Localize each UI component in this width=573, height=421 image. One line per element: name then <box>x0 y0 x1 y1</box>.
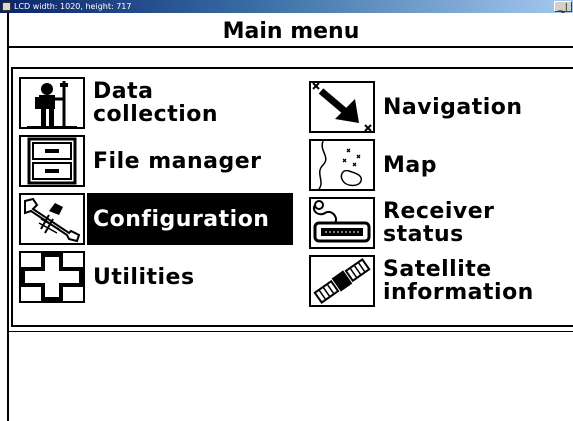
cross-icon <box>19 251 85 303</box>
menu-item-label: File manager <box>93 148 262 174</box>
window-title: LCD width: 1020, height: 717 <box>14 2 132 11</box>
wrench-icon <box>19 193 85 245</box>
title-divider <box>9 46 573 48</box>
menu-item-receiver-status[interactable]: Receiver status <box>309 197 571 249</box>
menu-item-label: Data collection <box>93 79 219 127</box>
menu-item-label: Navigation <box>383 94 523 120</box>
menu-item-map[interactable]: Map <box>309 139 571 191</box>
window-control-buttons[interactable]: _ | 8 <box>554 1 572 20</box>
satellite-icon <box>309 255 375 307</box>
lcd-screen: Main menu Data collection File manager C… <box>7 13 573 421</box>
menu-item-label: Configuration <box>87 193 293 245</box>
menu-item-utilities[interactable]: Utilities <box>19 251 289 303</box>
menu-item-label: Receiver status <box>383 199 495 247</box>
menu-item-satellite-information[interactable]: Satellite information <box>309 255 571 307</box>
surveyor-icon <box>19 77 85 129</box>
window-titlebar: LCD width: 1020, height: 717 _ | 8 <box>0 0 573 20</box>
window-app-icon <box>2 2 11 11</box>
status-divider <box>9 331 573 332</box>
menu-item-label: Map <box>383 152 437 178</box>
page-title: Main menu <box>222 19 360 44</box>
menu-item-label: Satellite information <box>383 257 534 305</box>
menu-item-navigation[interactable]: Navigation <box>309 81 571 133</box>
map-icon <box>309 139 375 191</box>
menu-item-data-collection[interactable]: Data collection <box>19 77 289 129</box>
menu-item-configuration[interactable]: Configuration <box>19 193 293 245</box>
receiver-icon <box>309 197 375 249</box>
file-cabinet-icon <box>19 135 85 187</box>
main-menu-panel: Data collection File manager Configurati… <box>11 67 573 327</box>
navigation-arrow-icon <box>309 81 375 133</box>
menu-item-label: Utilities <box>93 264 195 290</box>
menu-item-file-manager[interactable]: File manager <box>19 135 289 187</box>
